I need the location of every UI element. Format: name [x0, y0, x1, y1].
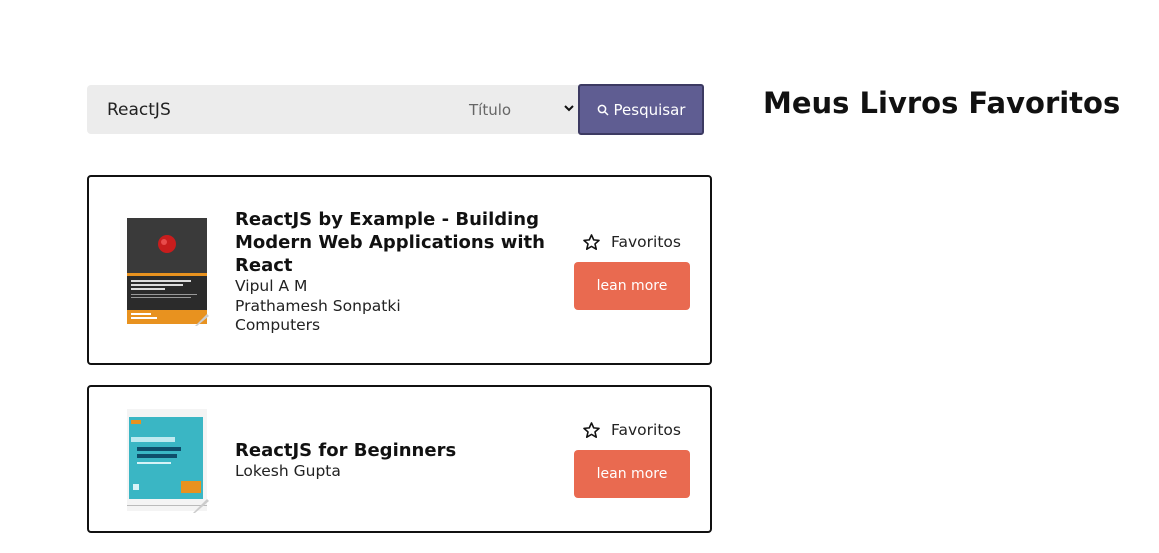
search-button[interactable]: Pesquisar	[578, 84, 704, 135]
learn-more-button[interactable]: lean more	[574, 450, 690, 498]
page: Título Pesquisar Meus Livros Favoritos	[0, 0, 1159, 553]
book-actions: Favoritos lean more	[574, 420, 692, 498]
learn-more-button[interactable]: lean more	[574, 262, 690, 310]
search-icon	[597, 104, 609, 116]
book-card: ReactJS for Beginners Lokesh Gupta Favor…	[87, 385, 712, 533]
book-category: Computers	[235, 316, 321, 334]
book-cover-image	[127, 218, 209, 326]
search-bar: Título Pesquisar	[87, 84, 704, 135]
search-filter-selected: Título	[469, 100, 512, 119]
book-cover-image	[127, 409, 209, 513]
book-info: ReactJS for Beginners Lokesh Gupta	[235, 439, 555, 482]
book-author: Prathamesh Sonpatki	[235, 296, 401, 315]
star-icon	[583, 421, 600, 438]
star-icon	[583, 233, 600, 250]
book-info: ReactJS by Example - Building Modern Web…	[235, 208, 555, 336]
search-filter-select[interactable]: Título	[457, 85, 578, 134]
book-author: Lokesh Gupta	[235, 462, 341, 480]
book-title[interactable]: ReactJS for Beginners	[235, 439, 555, 462]
favorite-label: Favoritos	[611, 233, 681, 251]
favorite-toggle[interactable]: Favoritos	[582, 420, 692, 440]
favorites-heading: Meus Livros Favoritos	[763, 86, 1121, 120]
book-card: ReactJS by Example - Building Modern Web…	[87, 175, 712, 365]
book-actions: Favoritos lean more	[574, 232, 692, 310]
book-title[interactable]: ReactJS by Example - Building Modern Web…	[235, 208, 555, 277]
favorite-label: Favoritos	[611, 421, 681, 439]
favorite-toggle[interactable]: Favoritos	[582, 232, 692, 252]
search-input[interactable]	[87, 85, 457, 134]
search-button-label: Pesquisar	[613, 100, 686, 119]
book-author: Vipul A M	[235, 277, 308, 295]
chevron-down-icon	[564, 105, 574, 112]
